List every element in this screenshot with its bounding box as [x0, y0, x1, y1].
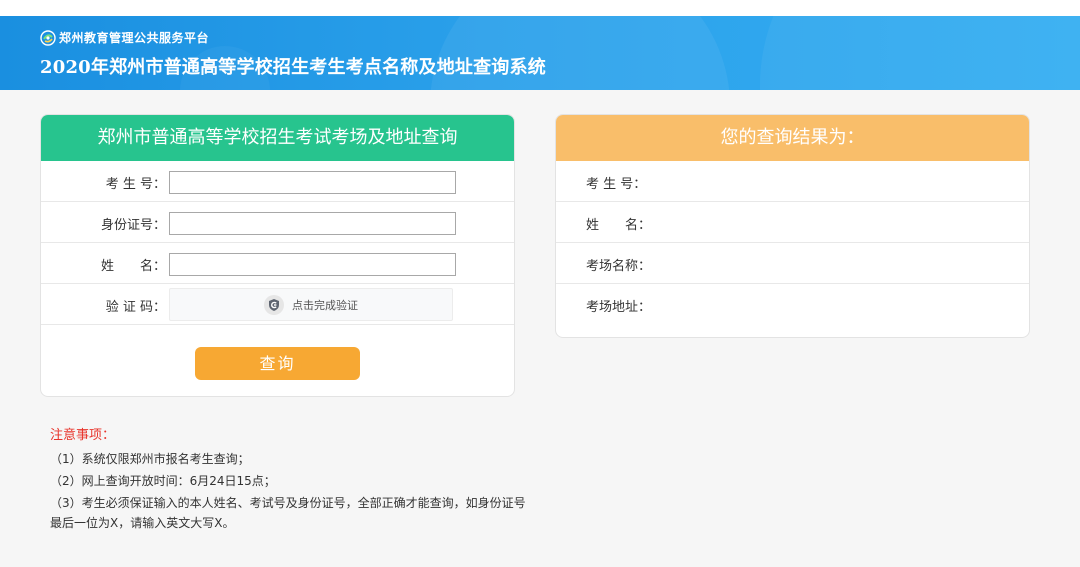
platform-brand[interactable]: 郑州教育管理公共服务平台 — [40, 29, 209, 46]
captcha-shield-icon — [264, 294, 284, 315]
result-panel-title: 您的查询结果为： — [556, 115, 1029, 161]
captcha-label: 验 证 码： — [105, 300, 166, 315]
notes-section: 注意事项： （1）系统仅限郑州市报名考生查询； （2）网上查询开放时间：6月24… — [50, 424, 530, 535]
exam-no-input[interactable] — [169, 171, 456, 194]
id-no-input[interactable] — [169, 212, 456, 235]
exam-no-label: 考 生 号： — [105, 177, 166, 192]
note-item: （3）考生必须保证输入的本人姓名、考试号及身份证号，全部正确才能查询，如身份证号… — [50, 496, 526, 530]
platform-name: 郑州教育管理公共服务平台 — [59, 31, 210, 45]
name-input[interactable] — [169, 253, 456, 276]
name-label: 姓 名： — [100, 259, 166, 274]
page-title: 2020年郑州市普通高等学校招生考生考点名称及地址查询系统 — [40, 57, 546, 78]
captcha-text: 点击完成验证 — [292, 298, 358, 312]
platform-logo-icon — [40, 29, 56, 46]
id-no-row: 身份证号： — [41, 202, 514, 243]
result-row-exam-no: 考 生 号： — [556, 161, 1029, 202]
note-item: （1）系统仅限郑州市报名考生查询； — [50, 452, 250, 466]
name-row: 姓 名： — [41, 243, 514, 284]
top-strip — [0, 0, 1080, 16]
id-no-label: 身份证号： — [100, 218, 166, 233]
result-label: 考 生 号： — [586, 177, 647, 192]
exam-no-row: 考 生 号： — [41, 161, 514, 202]
site-header: 郑州教育管理公共服务平台 2020年郑州市普通高等学校招生考生考点名称及地址查询… — [0, 16, 1080, 90]
result-row-venue-name: 考场名称： — [556, 243, 1029, 284]
captcha-row: 验 证 码： 点击完成验证 — [41, 284, 514, 325]
captcha-widget[interactable]: 点击完成验证 — [169, 288, 453, 321]
result-label: 考场名称： — [586, 259, 652, 274]
query-panel: 郑州市普通高等学校招生考试考场及地址查询 考 生 号： 身份证号： 姓 名： 验… — [40, 114, 515, 397]
query-button[interactable]: 查询 — [195, 347, 360, 380]
result-label: 姓 名： — [586, 218, 652, 233]
result-panel: 您的查询结果为： 考 生 号： 姓 名： 考场名称： 考场地址： — [555, 114, 1030, 338]
result-row-name: 姓 名： — [556, 202, 1029, 243]
notes-title: 注意事项： — [50, 428, 116, 443]
note-item: （2）网上查询开放时间：6月24日15点； — [50, 474, 276, 488]
query-panel-title: 郑州市普通高等学校招生考试考场及地址查询 — [41, 115, 514, 161]
result-label: 考场地址： — [586, 300, 652, 315]
result-row-venue-address: 考场地址： — [556, 284, 1029, 325]
